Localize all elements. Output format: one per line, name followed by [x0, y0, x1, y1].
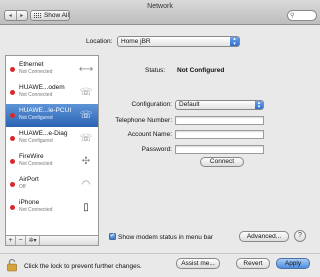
window-title: Network — [147, 3, 173, 10]
status-dot-icon — [10, 182, 15, 187]
password-label: Password: — [141, 146, 172, 153]
apply-button[interactable]: Apply — [276, 258, 310, 269]
show-modem-status-label: Show modem status in menu bar — [118, 234, 214, 241]
divider — [0, 253, 320, 254]
status-dot-icon — [10, 159, 15, 164]
phone-modem-icon: ☏ — [79, 86, 93, 98]
location-select[interactable]: Home jBR ▴ ▾ — [117, 36, 240, 47]
iphone-icon: ▯ — [83, 201, 89, 213]
service-item[interactable]: HUAWE...e-Diag Not Configured ☏ — [6, 127, 98, 150]
lock-icon[interactable] — [6, 258, 18, 272]
ethernet-arrows-icon: ⟷ — [78, 63, 94, 75]
telephone-field[interactable] — [175, 116, 264, 125]
location-label: Location: — [86, 38, 113, 45]
service-item[interactable]: HUAWE...le-PCUI Not Configured ☏ — [6, 104, 98, 127]
status-dot-icon — [10, 136, 15, 141]
search-input[interactable]: ⚲ — [287, 10, 317, 21]
select-arrows-icon: ▴ ▾ — [255, 101, 263, 110]
show-all-label: Show All — [43, 12, 69, 19]
configuration-value: Default — [179, 101, 200, 108]
status-value: Not Configured — [177, 67, 225, 74]
network-preferences-window: Network ◂ ▸ Show All ⚲ Location: Home jB… — [0, 0, 320, 277]
back-button[interactable]: ◂ — [5, 11, 16, 20]
forward-button[interactable]: ▸ — [15, 11, 28, 20]
show-all-button[interactable]: Show All — [30, 10, 70, 21]
grid-icon — [34, 12, 41, 19]
service-item[interactable]: AirPort Off ◠ — [6, 173, 98, 196]
telephone-label: Telephone Number: — [115, 117, 172, 124]
gear-menu-button[interactable]: ✲▾ — [26, 236, 40, 245]
revert-button[interactable]: Revert — [236, 258, 270, 269]
help-button[interactable]: ? — [294, 230, 306, 242]
configuration-select[interactable]: Default ▴ ▾ — [175, 100, 264, 110]
password-field[interactable] — [175, 145, 264, 154]
status-dot-icon — [10, 90, 15, 95]
status-dot-icon — [10, 67, 15, 72]
account-name-label: Account Name: — [127, 131, 172, 138]
status-label: Status: — [145, 67, 166, 74]
show-modem-status-checkbox[interactable]: ✓ — [109, 233, 116, 240]
account-name-field[interactable] — [175, 130, 264, 139]
phone-modem-icon: ☏ — [79, 132, 93, 144]
service-item[interactable]: FireWire Not Connected ✣ — [6, 150, 98, 173]
connect-button[interactable]: Connect — [200, 157, 244, 167]
remove-service-button[interactable]: − — [16, 236, 26, 245]
advanced-button[interactable]: Advanced... — [239, 231, 289, 242]
service-item[interactable]: iPhone Not Connected ▯ — [6, 196, 98, 219]
firewire-icon: ✣ — [81, 155, 91, 167]
location-value: Home jBR — [121, 38, 151, 45]
assist-me-button[interactable]: Assist me... — [176, 258, 220, 269]
service-item[interactable]: HUAWE...odem Not Connected ☏ — [6, 81, 98, 104]
search-icon: ⚲ — [290, 13, 295, 19]
toolbar: Network ◂ ▸ Show All ⚲ — [0, 0, 320, 25]
lock-message: Click the lock to prevent further change… — [24, 263, 142, 270]
service-item[interactable]: Ethernet Not Connected ⟷ — [6, 58, 98, 81]
status-dot-icon — [10, 113, 15, 118]
configuration-label: Configuration: — [131, 101, 172, 108]
service-list: Ethernet Not Connected ⟷ HUAWE...odem Not Co… — [5, 55, 99, 236]
status-dot-icon — [10, 205, 15, 210]
service-list-footer: + − ✲▾ — [5, 236, 99, 246]
wifi-icon: ◠ — [81, 178, 91, 190]
phone-modem-icon: ☏ — [79, 109, 93, 121]
back-forward-group: ◂ ▸ — [4, 10, 28, 21]
add-service-button[interactable]: + — [6, 236, 16, 245]
select-arrows-icon: ▴ ▾ — [230, 37, 239, 46]
